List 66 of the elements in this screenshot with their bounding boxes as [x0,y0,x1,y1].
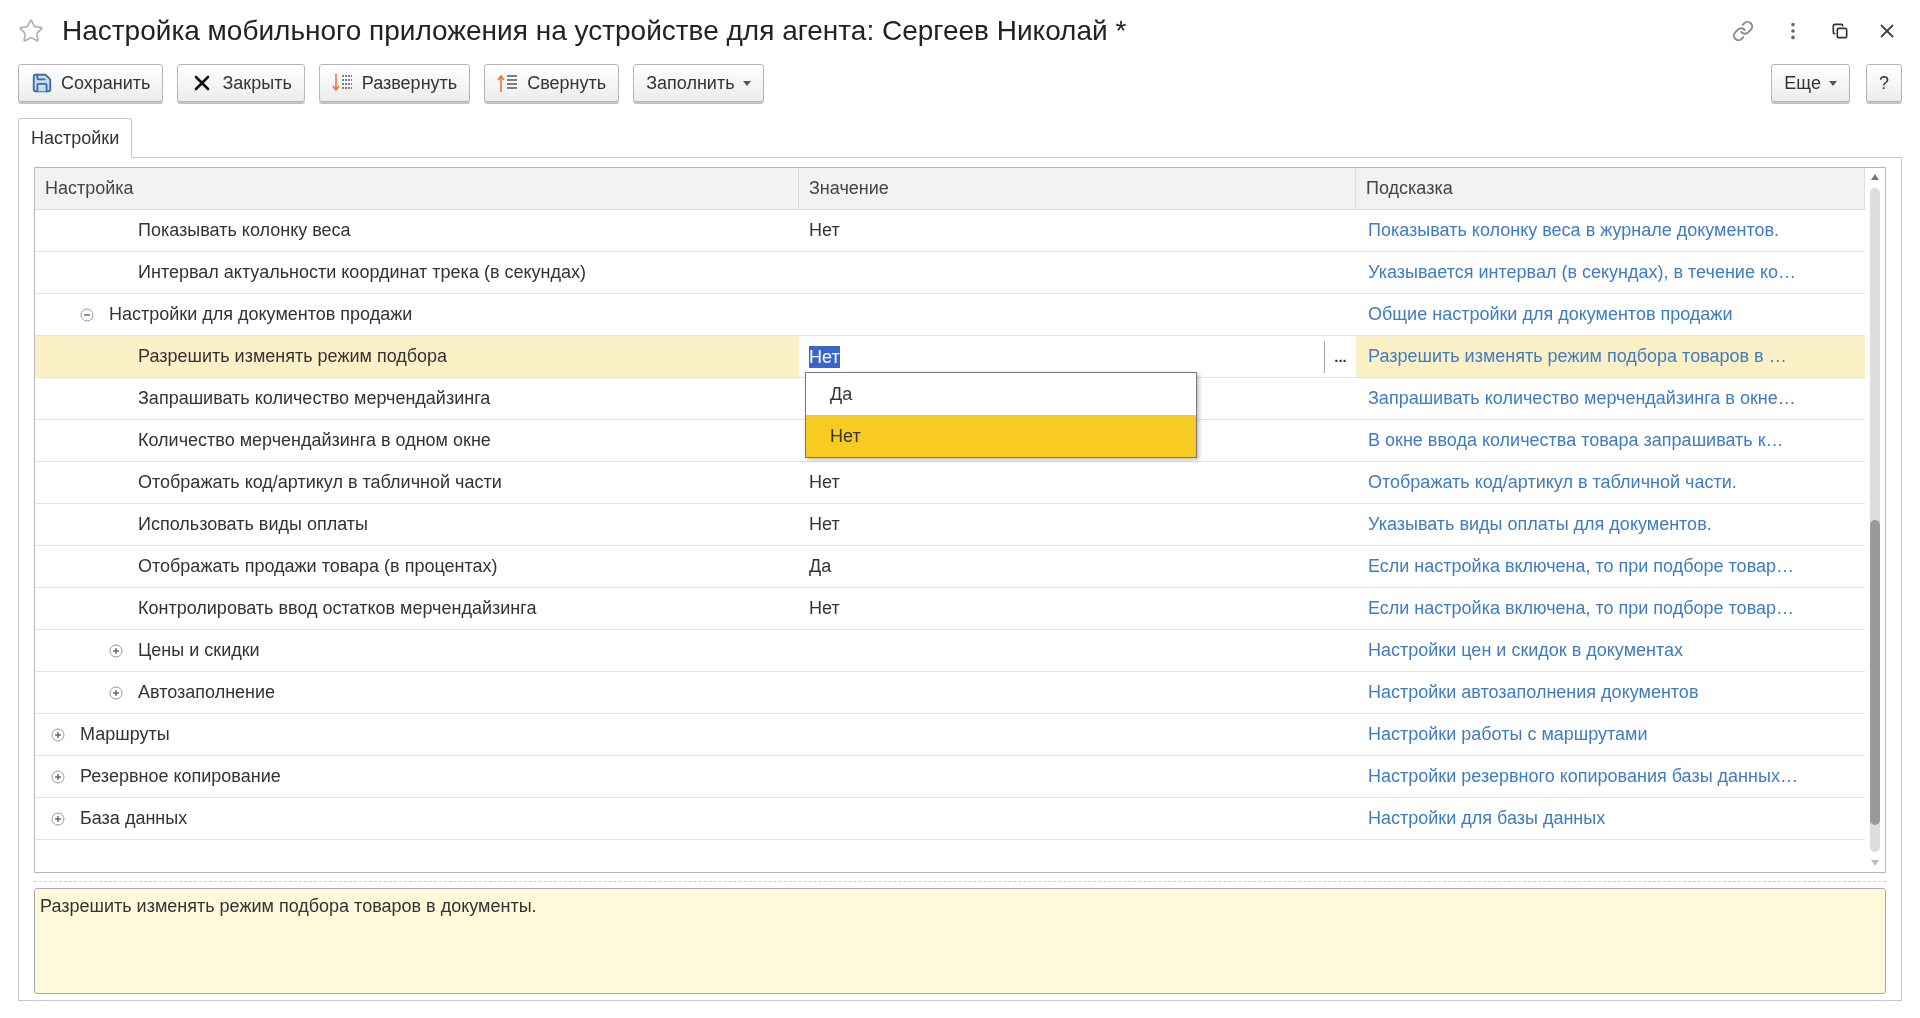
expand-icon[interactable] [51,769,65,784]
column-header[interactable]: Подсказка [1356,168,1865,209]
hint-text: Отображать код/артикул в табличной части. [1368,471,1737,494]
toolbar-button[interactable]: Заполнить [633,64,764,102]
value-cell-text: Нет [808,219,840,242]
hint-text: Настройки работы с маршрутами [1368,723,1648,746]
hint-text: Показывать колонку веса в журнале документов. [1368,219,1780,242]
hint-text: Настройки резервного копирования базы данных… [1368,765,1798,788]
toolbar-button[interactable]: Свернуть [484,64,620,102]
setting-name: Количество мерчендайзинга в одном окне [138,429,491,452]
column-header[interactable]: Значение [799,168,1356,209]
setting-name: Запрашивать количество мерчендайзинга [138,387,491,410]
value-cell-text: Нет [808,471,840,494]
scrollbar-thumb[interactable] [1870,520,1880,826]
setting-name: База данных [80,807,188,830]
value-cell-text: Да [808,555,832,578]
expand-arrow-list-icon [331,72,354,94]
toolbar-button[interactable]: Закрыть [177,64,305,102]
restore-window-icon[interactable] [1832,23,1848,39]
favorite-star-icon[interactable] [18,18,44,44]
setting-name: Использовать виды оплаты [138,513,368,536]
setting-name: Отображать продажи товара (в процентах) [138,555,498,578]
hint-text: Указывать виды оплаты для документов. [1368,513,1712,536]
setting-name: Отображать код/артикул в табличной части [138,471,502,494]
expand-icon[interactable] [51,811,65,826]
hint-text: Указывается интервал (в секундах), в течение ко… [1368,261,1796,284]
caret-icon [1829,80,1837,86]
scroll-up-icon[interactable] [1871,174,1879,180]
caret-icon [742,80,751,86]
setting-name: Настройки для документов продажи [109,303,413,326]
setting-name: Разрешить изменять режим подбора [138,345,448,368]
hint-text: Настройки цен и скидок в документах [1368,639,1684,662]
setting-name: Автозаполнение [138,681,276,704]
window-title: Настройка мобильного приложения на устройстве для агента: Сергеев Николай * [62,14,1127,48]
link-icon[interactable] [1732,20,1754,42]
expand-icon[interactable] [109,685,123,700]
description-text: Разрешить изменять режим подбора товаров в документы. [40,895,538,918]
hint-text: Запрашивать количество мерчендайзинга в окне… [1368,387,1796,410]
hint-text: Если настройка включена, то при подборе товар… [1368,597,1794,620]
setting-name: Контролировать ввод остатков мерчендайзинга [138,597,537,620]
column-header[interactable]: Настройка [35,168,799,209]
hint-text: Разрешить изменять режим подбора товаров в … [1368,345,1787,368]
setting-name: Интервал актуальности координат трека (в секундах) [138,261,586,284]
hint-text: Если настройка включена, то при подборе товар… [1368,555,1794,578]
setting-name: Показывать колонку веса [138,219,351,242]
collapse-arrow-list-icon [497,72,520,94]
toolbar-button[interactable]: Еще [1771,64,1850,102]
hint-text: Общие настройки для документов продажи [1368,303,1733,326]
toolbar-button[interactable]: Сохранить [18,64,164,102]
hint-text: Настройки автозаполнения документов [1368,681,1699,704]
hint-text: Настройки для базы данных [1368,807,1606,830]
tab[interactable]: Настройки [18,118,133,158]
dropdown-option[interactable]: Нет [806,415,1196,457]
setting-name: Резервное копирование [80,765,281,788]
value-cell-text: Нет [808,513,840,536]
setting-name: Цены и скидки [138,639,260,662]
expand-icon[interactable] [109,643,123,658]
toolbar-button[interactable]: Развернуть [318,64,471,102]
dropdown-option[interactable]: Да [806,373,1196,415]
setting-name: Маршруты [80,723,170,746]
scroll-down-icon[interactable] [1871,860,1879,866]
expand-icon[interactable] [51,727,65,742]
hint-text: В окне ввода количества товара запрашивать к… [1368,429,1784,452]
collapse-icon[interactable] [80,307,94,322]
value-cell-text: Нет [808,597,840,620]
help-button[interactable]: ? [1866,64,1902,102]
